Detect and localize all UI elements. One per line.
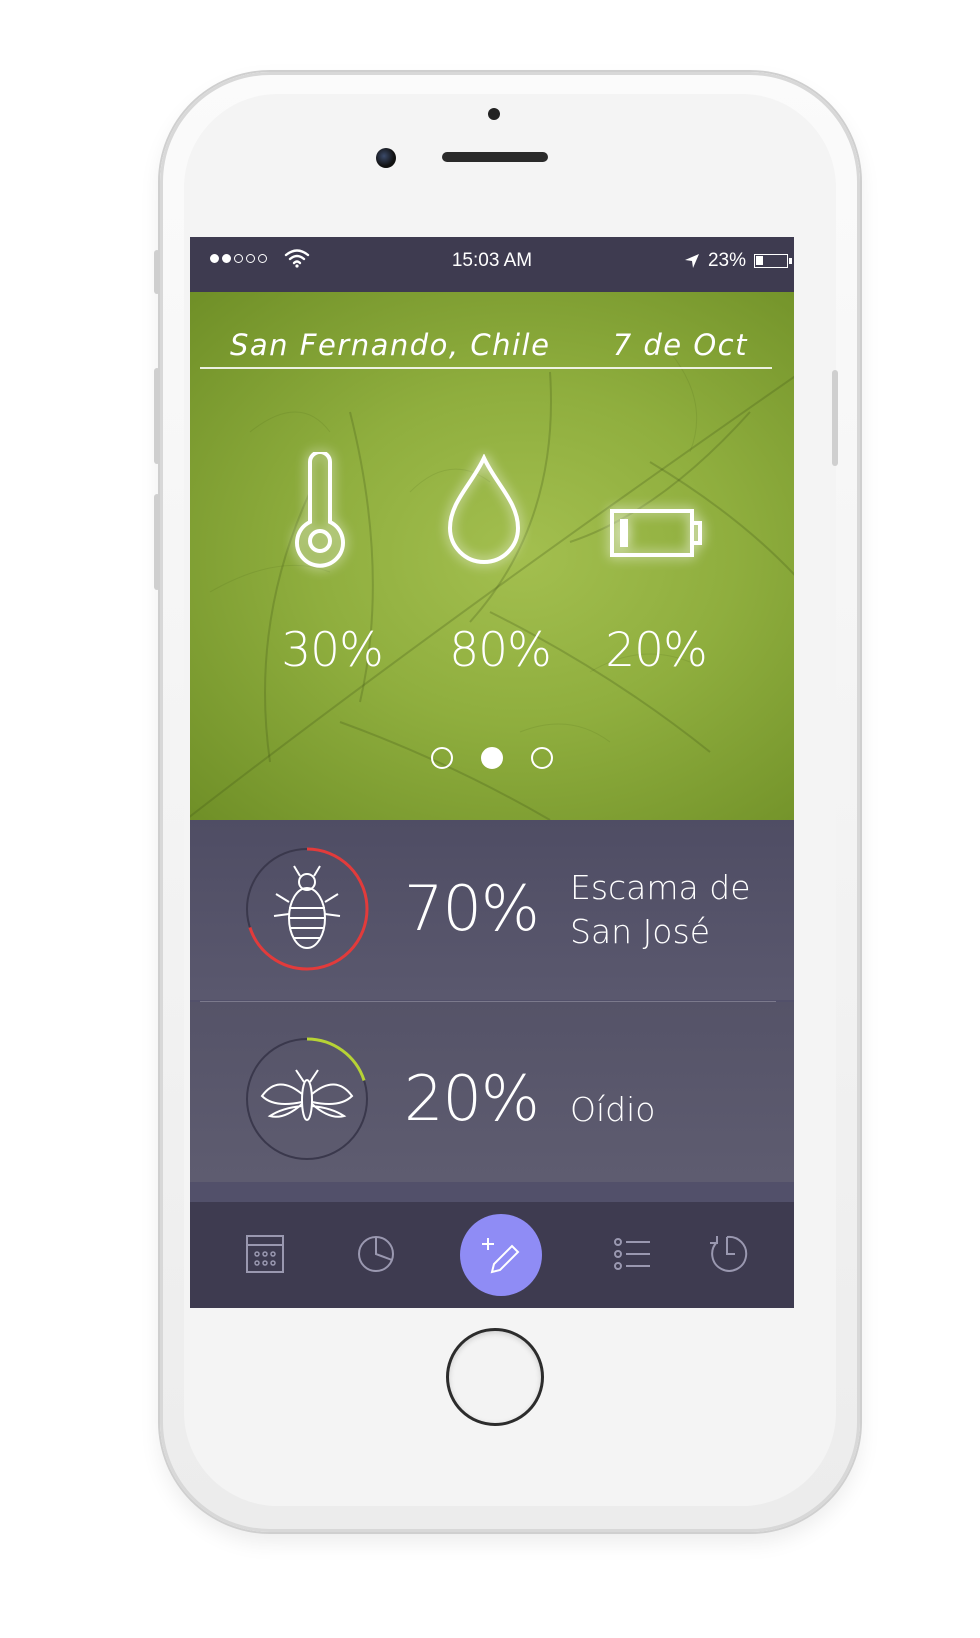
- add-edit-icon: [482, 1238, 520, 1274]
- scale-insect-icon: [273, 865, 341, 949]
- add-entry-button[interactable]: [460, 1214, 542, 1296]
- risk-ring: [245, 1037, 369, 1161]
- battery-icon: [610, 509, 702, 557]
- front-camera: [376, 148, 396, 168]
- location-label: San Fernando, Chile: [230, 328, 551, 362]
- page-dot-active[interactable]: [481, 747, 503, 769]
- date-label: 7 de Oct: [612, 328, 748, 362]
- pest-name: Escama de San José: [570, 868, 751, 951]
- list-icon[interactable]: [612, 1234, 652, 1274]
- app-screen: 15:03 AM 23% San Fernando, Chile 7 de Oc…: [190, 237, 794, 1308]
- mute-switch: [154, 250, 160, 294]
- page-indicator[interactable]: [190, 747, 794, 769]
- humidity-value: 80%: [449, 623, 551, 678]
- power-button: [832, 370, 838, 466]
- status-right: 23%: [684, 250, 792, 272]
- home-button[interactable]: [446, 1328, 544, 1426]
- battery-percent: 23%: [707, 250, 746, 271]
- pest-name: Oídio: [570, 1090, 656, 1129]
- pest-percent: 20%: [404, 1062, 540, 1135]
- pie-chart-icon[interactable]: [356, 1234, 396, 1274]
- pest-row[interactable]: 20% Oídio: [190, 1002, 794, 1182]
- pest-percent: 70%: [404, 872, 540, 945]
- battery-level-fill: [756, 256, 763, 265]
- volume-up-button: [154, 368, 160, 464]
- status-bar: 15:03 AM 23%: [190, 237, 794, 292]
- volume-down-button: [154, 494, 160, 590]
- pest-row[interactable]: 70% Escama de San José: [190, 820, 794, 1000]
- proximity-sensor: [488, 108, 500, 120]
- page-dot[interactable]: [431, 747, 453, 769]
- page-dot[interactable]: [531, 747, 553, 769]
- earpiece-speaker: [442, 152, 548, 162]
- calendar-icon[interactable]: [245, 1234, 285, 1274]
- temperature-value: 30%: [281, 623, 383, 678]
- thermometer-icon: [295, 452, 345, 568]
- risk-ring: [245, 847, 369, 971]
- location-arrow-icon: [684, 254, 699, 268]
- conditions-panel[interactable]: San Fernando, Chile 7 de Oct 30% 80% 20%: [190, 292, 794, 820]
- tab-bar: [190, 1202, 794, 1308]
- header-divider: [200, 367, 772, 369]
- moth-icon: [260, 1069, 354, 1121]
- battery-status-icon: [754, 254, 792, 268]
- battery-value: 20%: [605, 623, 707, 678]
- water-drop-icon: [447, 454, 521, 564]
- history-icon[interactable]: [705, 1234, 749, 1274]
